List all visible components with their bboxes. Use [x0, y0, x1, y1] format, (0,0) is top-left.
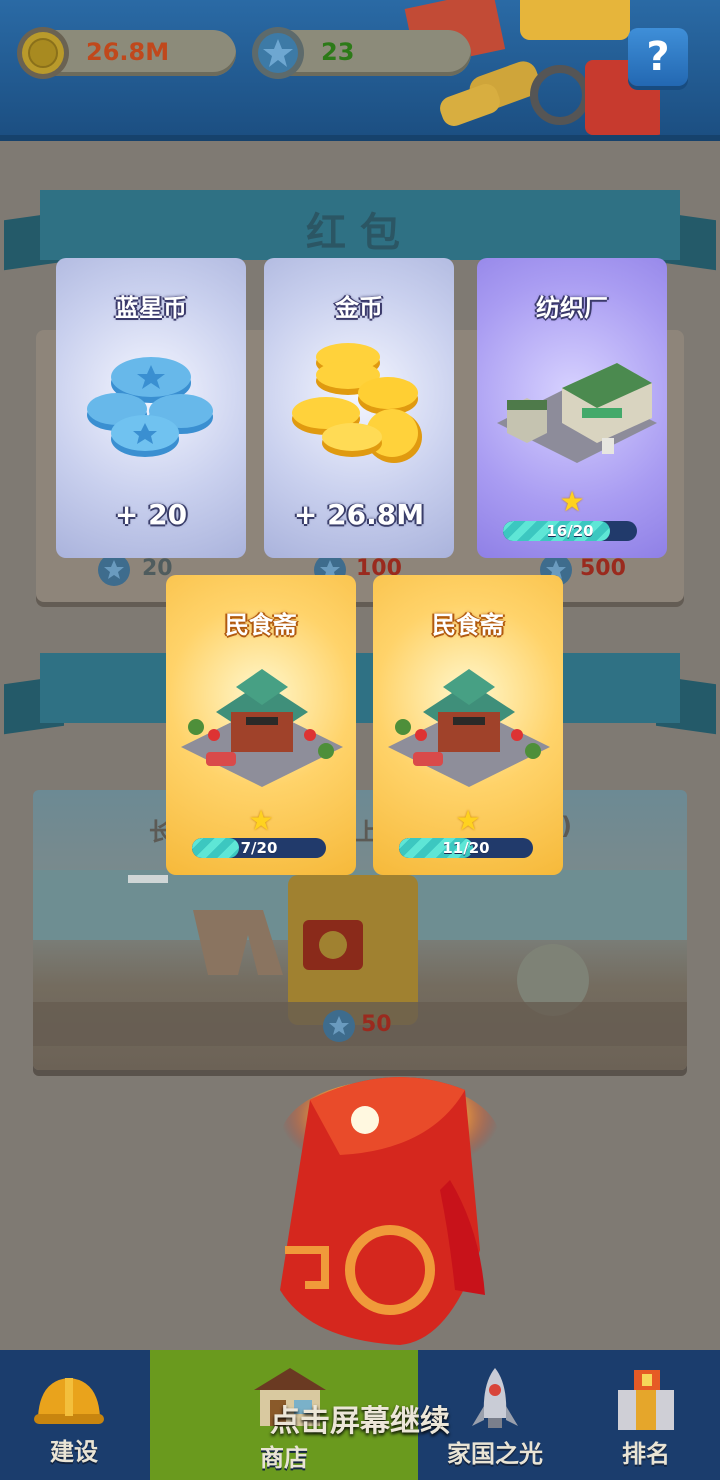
star-amount: 23: [321, 38, 355, 66]
restaurant-building-icon: [181, 669, 343, 787]
price-3: 500: [580, 556, 626, 581]
reward-title: 民食斋: [432, 611, 504, 639]
card-progress-text: 11/20: [442, 839, 490, 857]
level-star-icon: ★: [248, 804, 274, 837]
reward-card-restaurant-2: 民食斋 ★ 11/20: [373, 575, 563, 875]
reward-amount: + 26.8M: [293, 498, 425, 531]
gold-coins-icon: [292, 343, 422, 463]
card-progress-bar: 11/20: [399, 838, 533, 858]
gold-amount: 26.8M: [86, 38, 170, 66]
reward-card-textile-factory: 纺织厂 ★ 16/20: [477, 258, 667, 558]
reward-card-restaurant-1: 民食斋 ★ 7/20: [166, 575, 356, 875]
reward-title: 民食斋: [225, 611, 297, 639]
level-star-icon: ★: [455, 804, 481, 837]
reward-card-blue-coins: 蓝星币 + 20: [56, 258, 246, 558]
gold-coin-icon: [17, 27, 69, 79]
level-star-icon: ★: [559, 485, 585, 518]
restaurant-building-icon: [388, 669, 550, 787]
reward-title: 蓝星币: [115, 294, 187, 322]
red-packet-icon[interactable]: [250, 1060, 520, 1350]
offer-price: 50: [361, 1012, 392, 1037]
top-bar: 26.8M 23 ?: [0, 0, 720, 141]
textile-factory-building-icon: [497, 363, 657, 463]
card-progress-bar: 7/20: [192, 838, 326, 858]
star-coin-icon: [252, 27, 304, 79]
section-title: 红包: [306, 210, 414, 256]
reward-card-gold-coins: 金币 + 26.8M: [264, 258, 454, 558]
gold-counter: 26.8M: [17, 27, 236, 79]
card-progress-bar: 16/20: [503, 521, 637, 541]
section-ribbon-2: [40, 653, 680, 723]
reward-amount: + 20: [114, 498, 188, 531]
card-progress-text: 16/20: [546, 522, 594, 540]
card-progress-text: 7/20: [240, 839, 278, 857]
help-button[interactable]: ?: [628, 28, 688, 86]
tap-to-continue-hint[interactable]: 点击屏幕继续: [0, 1396, 720, 1440]
tab-label: 商店: [260, 1444, 308, 1472]
reward-title: 金币: [335, 294, 383, 322]
reward-title: 纺织厂: [536, 294, 608, 322]
star-counter: 23: [252, 27, 471, 79]
blue-star-coins-icon: [87, 357, 213, 457]
photo-album-offer[interactable]: 长 上 ) 50: [33, 790, 687, 1070]
price-star-icon: [323, 1010, 355, 1042]
